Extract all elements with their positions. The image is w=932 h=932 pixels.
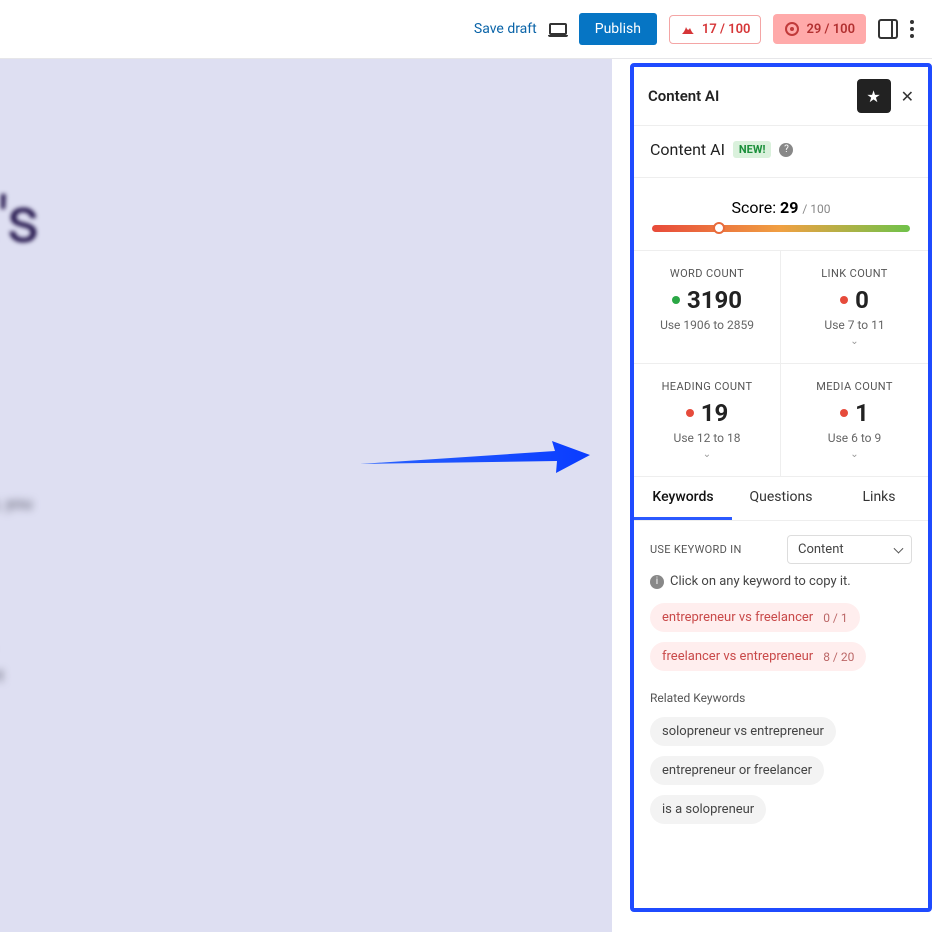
keyword-chip[interactable]: freelancer vs entrepreneur8 / 20	[650, 642, 866, 671]
stat-word-count[interactable]: WORD COUNT 3190 Use 1906 to 2859	[634, 251, 781, 364]
tab-links[interactable]: Links	[830, 477, 928, 520]
keyword-tabs: Keywords Questions Links	[634, 477, 928, 521]
content-ai-score-chip[interactable]: 29 / 100	[773, 14, 866, 44]
score-marker	[713, 222, 725, 234]
toggle-sidebar-icon[interactable]	[878, 19, 898, 39]
flame-icon	[680, 22, 696, 36]
editor-canvas: What's (+ t for er a little bit of resea…	[0, 59, 612, 932]
post-paragraph-blur: oth are forms of self- nd make money onl…	[0, 600, 412, 692]
related-keyword-chip[interactable]: is a solopreneur	[650, 795, 766, 824]
chevron-down-icon: ⌄	[642, 449, 772, 460]
score-value: 29	[780, 198, 798, 217]
stat-link-count[interactable]: LINK COUNT 0 Use 7 to 11 ⌄	[781, 251, 928, 364]
post-paragraph-blur: er a little bit of research, you ic opti…	[0, 489, 412, 550]
close-panel-button[interactable]: ✕	[901, 87, 914, 106]
keyword-hint: Click on any keyword to copy it.	[670, 574, 851, 589]
status-dot-icon	[672, 296, 680, 304]
panel-subtitle: Content AI	[650, 140, 725, 159]
keyword-chip[interactable]: entrepreneur vs freelancer0 / 1	[650, 603, 860, 632]
keywords-body: USE KEYWORD IN Content i Click on any ke…	[634, 521, 928, 854]
chevron-down-icon: ⌄	[789, 449, 920, 460]
stat-heading-count[interactable]: HEADING COUNT 19 Use 12 to 18 ⌄	[634, 364, 781, 477]
stat-media-count[interactable]: MEDIA COUNT 1 Use 6 to 9 ⌄	[781, 364, 928, 477]
new-badge: NEW!	[733, 141, 772, 158]
favorite-button[interactable]: ★	[857, 79, 891, 113]
keyword-location-select[interactable]: Content	[787, 535, 912, 564]
tab-questions[interactable]: Questions	[732, 477, 830, 520]
panel-subheader: Content AI NEW! ?	[634, 126, 928, 178]
info-icon: i	[650, 575, 664, 589]
callout-arrow-icon	[360, 439, 590, 479]
target-icon	[784, 21, 800, 37]
score-label: Score:	[731, 198, 776, 217]
publish-button[interactable]: Publish	[579, 13, 657, 45]
use-keyword-in-label: USE KEYWORD IN	[650, 543, 742, 556]
status-dot-icon	[840, 296, 848, 304]
score-gradient-bar	[652, 225, 910, 232]
related-keyword-chip[interactable]: entrepreneur or freelancer	[650, 756, 824, 785]
primary-keyword-list: entrepreneur vs freelancer0 / 1 freelance…	[650, 603, 912, 681]
panel-title: Content AI	[648, 87, 719, 105]
stats-grid: WORD COUNT 3190 Use 1906 to 2859 LINK CO…	[634, 251, 928, 477]
score-max: / 100	[802, 202, 830, 216]
related-keyword-list: solopreneur vs entrepreneur entrepreneur …	[650, 717, 912, 834]
post-title-blur: What's (+ t for	[0, 179, 442, 429]
panel-header: Content AI ★ ✕	[634, 67, 928, 126]
related-keyword-chip[interactable]: solopreneur vs entrepreneur	[650, 717, 836, 746]
preview-device-icon[interactable]	[549, 23, 567, 35]
status-dot-icon	[840, 409, 848, 417]
chevron-down-icon: ⌄	[789, 336, 920, 347]
tab-keywords[interactable]: Keywords	[634, 477, 732, 520]
related-keywords-heading: Related Keywords	[650, 691, 912, 705]
save-draft-link[interactable]: Save draft	[474, 21, 537, 37]
score-section: Score: 29 / 100	[634, 178, 928, 251]
help-icon[interactable]: ?	[779, 143, 793, 157]
more-options-button[interactable]	[910, 20, 914, 38]
status-dot-icon	[686, 409, 694, 417]
readability-score-chip[interactable]: 17 / 100	[669, 15, 762, 44]
editor-topbar: Save draft Publish 17 / 100 29 / 100	[0, 0, 932, 59]
content-ai-panel: Content AI ★ ✕ Content AI NEW! ? Score: …	[630, 63, 932, 912]
